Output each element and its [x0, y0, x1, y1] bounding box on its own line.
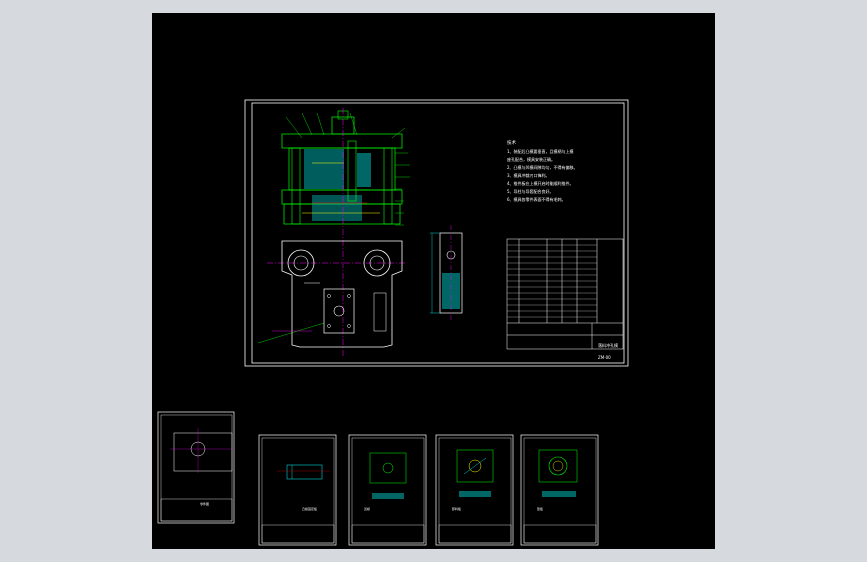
- side-section-view: [430, 225, 463, 321]
- title-block-code: ZM-00: [598, 355, 611, 360]
- svg-text:座孔配合，模具安装正确。: 座孔配合，模具安装正确。: [507, 156, 555, 162]
- title-block-name: 落料冲孔模: [598, 342, 618, 348]
- sheet-2[interactable]: 凸模固定板: [258, 434, 337, 546]
- bom-rows: [507, 244, 597, 318]
- notes-title: 技术: [507, 139, 516, 146]
- technical-notes: 技术 1、装配后凸模要垂直，且模柄与上模 座孔配合，模具安装正确。 2、凸模与凹…: [507, 139, 578, 202]
- bom-table: [506, 238, 624, 350]
- sheet-5[interactable]: 垫板: [520, 434, 599, 546]
- sheet-3-title: 凹模: [364, 506, 370, 511]
- svg-text:3、模具冲裁刃口锋利。: 3、模具冲裁刃口锋利。: [507, 172, 550, 178]
- sheet-1-title: 零件图: [200, 501, 209, 506]
- sheet-4[interactable]: 卸料板: [435, 434, 514, 546]
- die-assembly-front-view: [267, 108, 410, 358]
- sheet-5-title: 垫板: [537, 506, 543, 511]
- sheet-1[interactable]: 零件图: [157, 411, 235, 524]
- svg-text:6、模具各零件表面不得有毛刺。: 6、模具各零件表面不得有毛刺。: [507, 196, 566, 202]
- svg-text:1、装配后凸模要垂直，且模柄与上模: 1、装配后凸模要垂直，且模柄与上模: [507, 148, 574, 154]
- main-sheet[interactable]: 技术 1、装配后凸模要垂直，且模柄与上模 座孔配合，模具安装正确。 2、凸模与凹…: [244, 99, 629, 367]
- sheet-3[interactable]: 凹模: [348, 434, 427, 546]
- die-plan-view: [257, 240, 403, 348]
- cad-viewport[interactable]: 技术 1、装配后凸模要垂直，且模柄与上模 座孔配合，模具安装正确。 2、凸模与凹…: [152, 13, 715, 549]
- sheet-2-title: 凸模固定板: [302, 506, 317, 511]
- sheet-4-title: 卸料板: [452, 506, 461, 511]
- svg-text:4、推件板在上模开启时能顺利推件。: 4、推件板在上模开启时能顺利推件。: [507, 180, 574, 186]
- cad-drawing: 技术 1、装配后凸模要垂直，且模柄与上模 座孔配合，模具安装正确。 2、凸模与凹…: [157, 99, 629, 546]
- svg-text:5、导柱与导套配合良好。: 5、导柱与导套配合良好。: [507, 188, 554, 194]
- svg-text:2、凸模与凹模间隙均匀，不得有偏移。: 2、凸模与凹模间隙均匀，不得有偏移。: [507, 164, 578, 170]
